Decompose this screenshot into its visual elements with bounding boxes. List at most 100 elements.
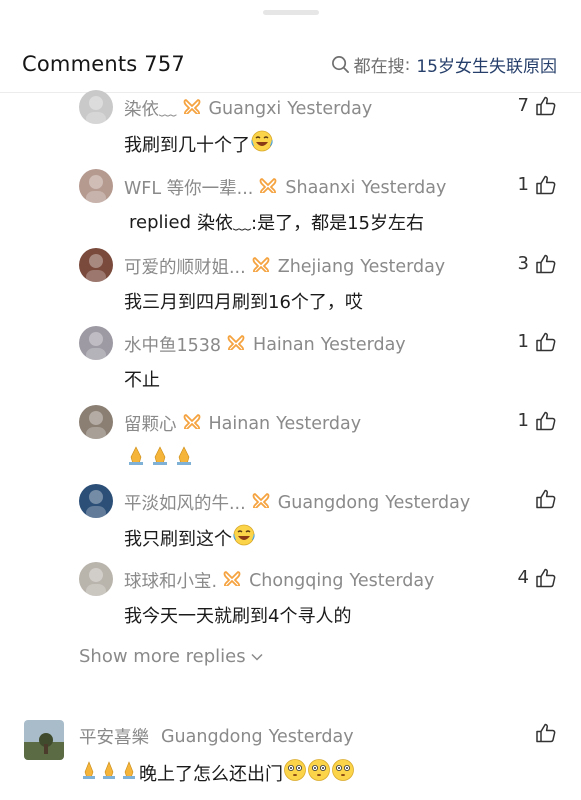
comment-time: Yesterday xyxy=(276,413,362,434)
comment-time: Yesterday xyxy=(385,492,471,513)
username-link[interactable]: 平淡如风的牛... xyxy=(124,490,246,515)
author-badge-icon xyxy=(183,98,201,119)
username-link[interactable]: 可爱的顺财姐... xyxy=(124,254,246,279)
comment-location: Guangdong xyxy=(161,726,263,747)
like-button[interactable] xyxy=(529,489,557,509)
username-link[interactable]: 染依﹏ xyxy=(124,96,177,121)
comment-reply: 水中鱼1538 Hainan Yesterday 1 不止 xyxy=(0,326,581,408)
comments-title: Comments 757 xyxy=(22,52,185,76)
comment-time: Yesterday xyxy=(349,570,435,591)
show-more-label: Show more replies xyxy=(79,646,246,667)
comments-header: Comments 757 都在搜 : 15岁女生失联原因 xyxy=(0,44,581,84)
thumbs-up-icon xyxy=(536,411,556,430)
thumbs-up-icon xyxy=(536,254,556,273)
comment-time: Yesterday xyxy=(287,98,373,119)
comment-text: 我今天一天就刷到4个寻人的 xyxy=(124,602,351,628)
comment-reply: 留颗心 Hainan Yesterday 1 xyxy=(0,405,581,487)
comment-reply: WFL 等你一辈... Shaanxi Yesterday 1 replied 染依﹏:是… xyxy=(0,169,581,251)
reply-to-link[interactable]: 染依﹏ xyxy=(197,209,251,235)
search-query-link[interactable]: 15岁女生失联原因 xyxy=(416,52,557,77)
comment-location: Hainan xyxy=(253,334,315,355)
comment-meta: 可爱的顺财姐... Zhejiang Yesterday xyxy=(124,254,445,279)
username-link[interactable]: 平安喜樂 xyxy=(79,724,149,749)
author-badge-icon xyxy=(259,177,277,198)
comment-body-text: 我今天一天就刷到4个寻人的 xyxy=(124,606,352,627)
laughing-crying-emoji xyxy=(250,130,274,157)
comment-body-text: 我刷到几十个了 xyxy=(124,134,250,156)
author-badge-icon xyxy=(227,334,245,355)
thumbs-up-icon xyxy=(536,489,556,509)
show-more-replies-button[interactable]: Show more replies xyxy=(79,646,263,667)
comment-reply: 可爱的顺财姐... Zhejiang Yesterday 3 我三月到四月刷到16个了，… xyxy=(0,248,581,330)
comment-reply: 球球和小宝. Chongqing Yesterday 4 我今天一天就刷到4个寻人的 xyxy=(0,562,581,644)
folded-hands-emoji xyxy=(124,445,196,472)
thumbs-up-icon xyxy=(536,723,556,743)
like-button[interactable]: 4 xyxy=(518,567,557,588)
comment-location: Zhejiang xyxy=(277,256,355,277)
like-button[interactable]: 3 xyxy=(518,253,557,274)
replied-label: replied xyxy=(129,211,192,233)
comment-location: Hainan xyxy=(208,413,271,434)
username-link[interactable]: 球球和小宝. xyxy=(124,568,217,593)
search-icon xyxy=(331,56,349,73)
comment-meta: 水中鱼1538 Hainan Yesterday xyxy=(124,332,406,357)
flushed-face-emoji xyxy=(283,758,355,787)
username-link[interactable]: 留颗心 xyxy=(124,411,177,436)
comment-text: 我只刷到这个 xyxy=(124,524,256,551)
author-badge-icon xyxy=(252,256,270,277)
folded-hands-emoji xyxy=(79,759,139,786)
avatar[interactable] xyxy=(79,169,113,203)
comment-body-text: 不止 xyxy=(124,370,160,391)
like-count: 1 xyxy=(517,174,529,195)
comment-location: Guangxi xyxy=(208,98,282,119)
comment-location: Shaanxi xyxy=(285,177,356,198)
thumbs-up-icon xyxy=(536,568,556,587)
sheet-grabber[interactable] xyxy=(263,10,319,15)
avatar[interactable] xyxy=(79,484,113,518)
comment-meta: WFL 等你一辈... Shaanxi Yesterday xyxy=(124,175,446,200)
like-count: 1 xyxy=(517,331,529,352)
comment-body-text: 我三月到四月刷到16个了，哎 xyxy=(124,292,363,313)
comment-meta: 球球和小宝. Chongqing Yesterday xyxy=(124,568,434,593)
laughing-crying-emoji xyxy=(232,524,256,551)
chevron-down-icon xyxy=(251,653,263,661)
comment-reply: 染依﹏ Guangxi Yesterday 7 我刷到几十个了 xyxy=(0,90,581,172)
avatar[interactable] xyxy=(79,562,113,596)
avatar[interactable] xyxy=(79,326,113,360)
like-count: 1 xyxy=(517,410,529,431)
like-button[interactable]: 7 xyxy=(518,95,557,116)
comment-body-text: 晚上了怎么还出门 xyxy=(139,763,283,785)
avatar[interactable] xyxy=(79,405,113,439)
search-suggestion[interactable]: 都在搜 : 15岁女生失联原因 xyxy=(331,52,557,77)
comment-body-text: :是了，都是15岁左右 xyxy=(251,213,424,234)
comment-body-text: 我只刷到这个 xyxy=(124,528,232,550)
search-colon: : xyxy=(404,54,411,75)
author-badge-icon xyxy=(252,492,270,513)
thumbs-up-icon xyxy=(536,175,556,194)
comment-text: 我三月到四月刷到16个了，哎 xyxy=(124,288,363,314)
like-button[interactable]: 1 xyxy=(518,410,557,431)
username-link[interactable]: 水中鱼1538 xyxy=(124,332,221,357)
like-button[interactable] xyxy=(535,723,557,743)
avatar[interactable] xyxy=(79,248,113,282)
comment-time: Yesterday xyxy=(361,177,447,198)
comment-text xyxy=(124,445,196,472)
username-link[interactable]: WFL 等你一辈... xyxy=(124,175,253,200)
author-badge-icon xyxy=(183,413,201,434)
comment-text: 晚上了怎么还出门 xyxy=(79,758,355,787)
like-button[interactable]: 1 xyxy=(518,331,557,352)
comment-meta: 平淡如风的牛... Guangdong Yesterday xyxy=(124,490,470,515)
comment-time: Yesterday xyxy=(320,334,406,355)
like-count: 4 xyxy=(517,567,529,588)
avatar[interactable] xyxy=(79,90,113,124)
comment-time: Yesterday xyxy=(360,256,446,277)
avatar[interactable] xyxy=(24,720,64,760)
comment-location: Guangdong xyxy=(277,492,380,513)
author-badge-icon xyxy=(223,570,241,591)
comment-time: Yesterday xyxy=(268,726,354,747)
comment-text: 我刷到几十个了 xyxy=(124,130,274,157)
like-button[interactable]: 1 xyxy=(518,174,557,195)
comment-location: Chongqing xyxy=(249,570,344,591)
thumbs-up-icon xyxy=(536,332,556,351)
comment-reply: 平淡如风的牛... Guangdong Yesterday 我只刷到这个 xyxy=(0,484,581,566)
